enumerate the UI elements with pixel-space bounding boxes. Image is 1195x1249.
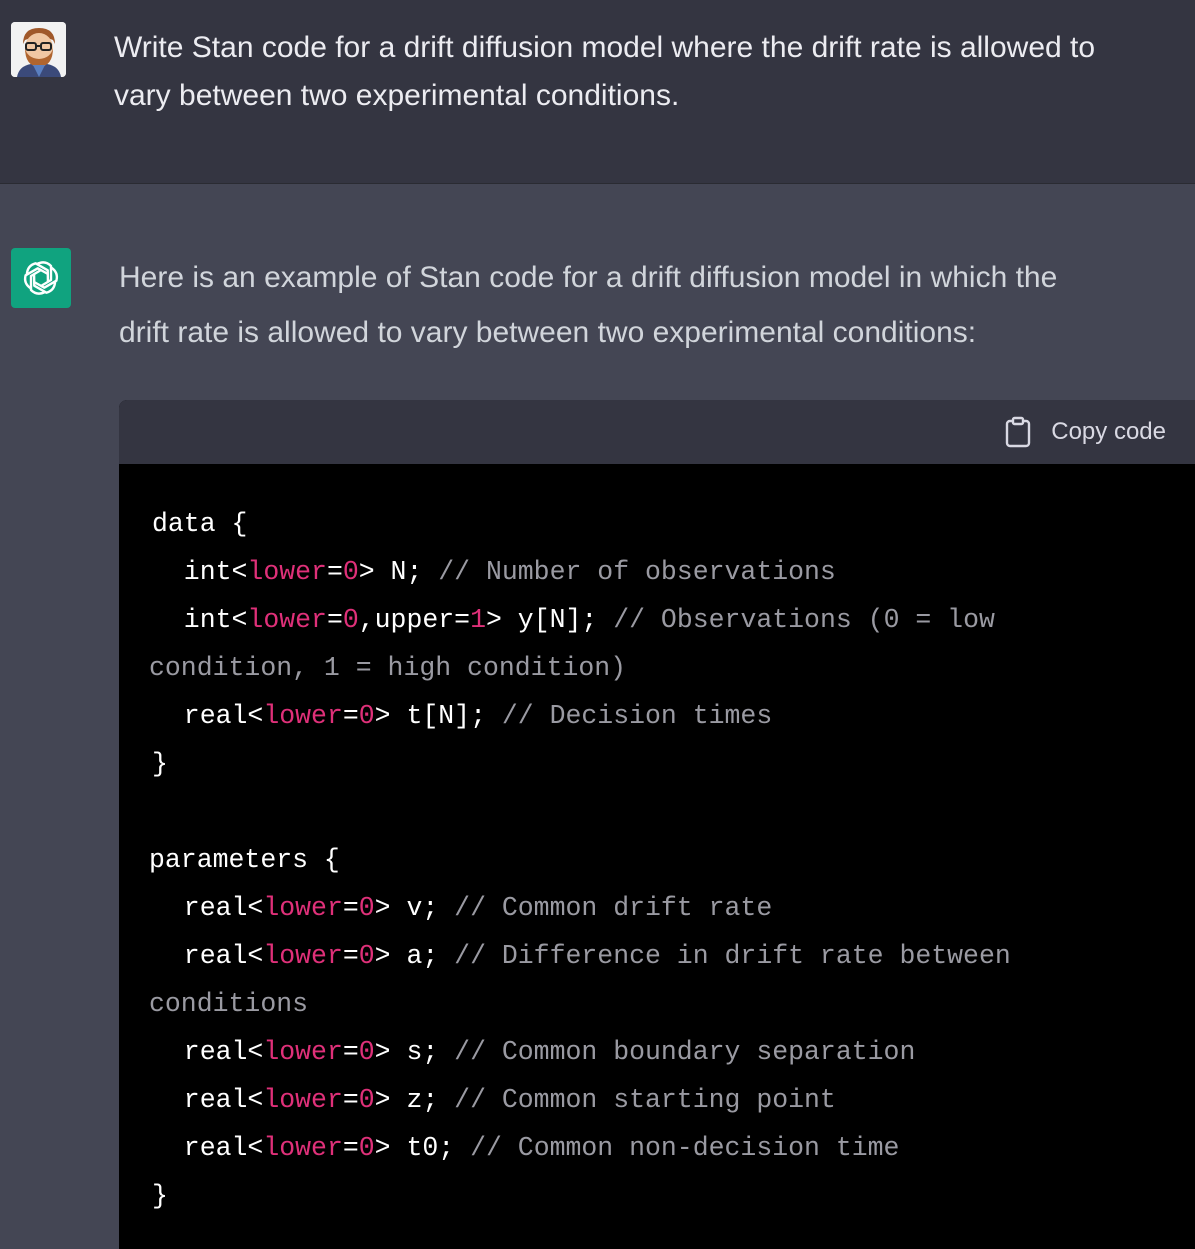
- user-avatar-icon: [11, 22, 66, 77]
- code-comment: // Common drift rate: [454, 893, 773, 923]
- code-token: parameters {: [149, 845, 340, 875]
- code-token: 0: [358, 701, 375, 731]
- code-content: data { int<lower=0> N; // Number of obse…: [119, 464, 1195, 1220]
- code-token: int<: [152, 605, 248, 635]
- code-token: 0: [342, 605, 359, 635]
- code-token: ,upper=: [358, 605, 471, 635]
- code-line: real<lower=0> v; // Common drift rate: [152, 884, 1195, 932]
- code-comment: // Observations (0 = low: [613, 605, 995, 635]
- copy-code-label: Copy code: [1051, 418, 1166, 445]
- assistant-message-text: Here is an example of Stan code for a dr…: [119, 250, 1195, 360]
- code-token: =: [342, 1133, 359, 1163]
- assistant-message: Here is an example of Stan code for a dr…: [0, 184, 1195, 1249]
- code-line: data {: [152, 500, 1195, 548]
- code-block-header: Copy code: [119, 400, 1195, 464]
- code-token: =: [342, 1085, 359, 1115]
- code-token: lower: [263, 893, 343, 923]
- code-token: =: [342, 701, 359, 731]
- code-comment: // Common boundary separation: [454, 1037, 916, 1067]
- code-token: int<: [152, 557, 248, 587]
- code-line: real<lower=0> t[N]; // Decision times: [152, 692, 1195, 740]
- code-token: 1: [470, 605, 486, 635]
- code-comment: // Decision times: [501, 701, 773, 731]
- code-token: data {: [152, 509, 248, 539]
- openai-logo-icon: [11, 248, 71, 308]
- code-token: > y[N];: [485, 605, 614, 635]
- code-token: real<: [152, 893, 264, 923]
- code-token: =: [326, 605, 343, 635]
- code-line: real<lower=0> t0; // Common non-decision…: [152, 1124, 1195, 1172]
- code-line: real<lower=0> a; // Difference in drift …: [152, 932, 1195, 980]
- code-token: lower: [263, 1085, 343, 1115]
- code-comment: conditions: [149, 989, 309, 1019]
- code-line: int<lower=0> N; // Number of observation…: [152, 548, 1195, 596]
- user-message-line: Write Stan code for a drift diffusion mo…: [114, 31, 1096, 64]
- code-token: real<: [152, 1037, 264, 1067]
- copy-code-button[interactable]: Copy code: [1005, 416, 1166, 448]
- code-comment: // Common non-decision time: [470, 1133, 900, 1163]
- code-token: 0: [358, 893, 375, 923]
- code-token: real<: [152, 1085, 264, 1115]
- code-token: =: [342, 941, 359, 971]
- code-line: real<lower=0> z; // Common starting poin…: [152, 1076, 1195, 1124]
- user-message-line: vary between two experimental conditions…: [114, 79, 680, 112]
- code-token: =: [342, 893, 359, 923]
- code-token: real<: [152, 701, 264, 731]
- code-token: lower: [263, 1133, 343, 1163]
- code-token: lower: [263, 1037, 343, 1067]
- code-line: real<lower=0> s; // Common boundary sepa…: [152, 1028, 1195, 1076]
- code-token: 0: [358, 1085, 375, 1115]
- code-token: > a;: [374, 941, 455, 971]
- code-line: }: [152, 1172, 1195, 1220]
- code-line: int<lower=0,upper=1> y[N]; // Observatio…: [152, 596, 1195, 644]
- code-token: 0: [358, 941, 375, 971]
- user-message-text: Write Stan code for a drift diffusion mo…: [114, 24, 1195, 120]
- code-token: lower: [263, 941, 343, 971]
- code-token: > v;: [374, 893, 455, 923]
- code-token: 0: [342, 557, 359, 587]
- code-block: Copy code data { int<lower=0> N; // Numb…: [119, 400, 1195, 1249]
- code-token: real<: [152, 941, 264, 971]
- code-token: > t0;: [374, 1133, 471, 1163]
- code-token: > z;: [374, 1085, 455, 1115]
- code-token: =: [326, 557, 343, 587]
- code-token: real<: [152, 1133, 264, 1163]
- code-token: > t[N];: [374, 701, 502, 731]
- assistant-message-line: drift rate is allowed to vary between tw…: [119, 316, 977, 349]
- code-line: condition, 1 = high condition): [149, 644, 1195, 692]
- code-token: =: [342, 1037, 359, 1067]
- user-message: Write Stan code for a drift diffusion mo…: [0, 0, 1195, 184]
- code-token: 0: [358, 1133, 375, 1163]
- code-comment: // Number of observations: [438, 557, 836, 587]
- code-token: }: [152, 749, 168, 779]
- code-token: > s;: [374, 1037, 455, 1067]
- code-token: > N;: [358, 557, 439, 587]
- code-token: lower: [263, 701, 343, 731]
- code-line: }: [152, 740, 1195, 788]
- assistant-message-line: Here is an example of Stan code for a dr…: [119, 261, 1058, 294]
- code-line: conditions: [149, 980, 1195, 1028]
- code-line: parameters {: [149, 836, 1195, 884]
- code-comment: // Difference in drift rate between: [454, 941, 1011, 971]
- code-comment: // Common starting point: [454, 1085, 836, 1115]
- clipboard-icon: [1005, 416, 1031, 448]
- code-token: }: [152, 1181, 168, 1211]
- code-comment: condition, 1 = high condition): [149, 653, 627, 683]
- code-token: lower: [247, 557, 327, 587]
- code-token: lower: [247, 605, 327, 635]
- code-token: 0: [358, 1037, 375, 1067]
